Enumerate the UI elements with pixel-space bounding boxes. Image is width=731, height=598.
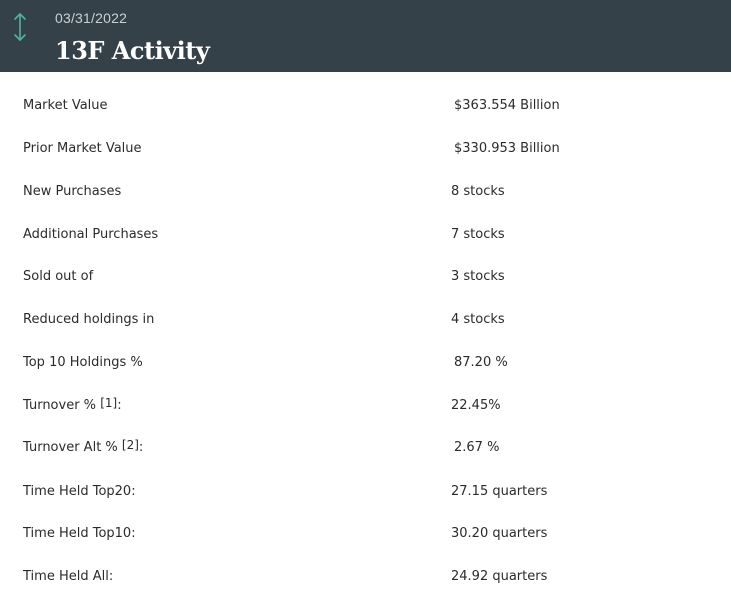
label-prior-market-value: Prior Market Value: [23, 141, 142, 156]
value-time-held-top20: 27.15 quarters: [451, 484, 548, 499]
value-time-held-top10: 30.20 quarters: [451, 526, 548, 541]
value-turnover: 22.45%: [451, 398, 501, 413]
label-time-held-top20: Time Held Top20:: [23, 484, 136, 499]
row-sold-out-of: Sold out of 3 stocks: [0, 269, 731, 293]
row-new-purchases: New Purchases 8 stocks: [0, 184, 731, 208]
label-turnover: Turnover % [1]:: [23, 396, 122, 413]
row-time-held-top20: Time Held Top20: 27.15 quarters: [0, 484, 731, 508]
row-market-value: Market Value $363.554 Billion: [0, 98, 731, 122]
label-time-held-top10: Time Held Top10:: [23, 526, 136, 541]
label-additional-purchases: Additional Purchases: [23, 227, 159, 242]
value-time-held-all: 24.92 quarters: [451, 569, 548, 584]
value-sold-out-of: 3 stocks: [451, 269, 505, 284]
value-market-value: $363.554 Billion: [454, 98, 560, 113]
value-additional-purchases: 7 stocks: [451, 227, 505, 242]
label-turnover-text: Turnover %: [23, 398, 97, 413]
value-prior-market-value: $330.953 Billion: [454, 141, 560, 156]
value-new-purchases: 8 stocks: [451, 184, 505, 199]
value-top10-holdings: 87.20 %: [454, 355, 508, 370]
row-turnover: Turnover % [1]: 22.45%: [0, 396, 731, 422]
page-title: 13F Activity: [55, 36, 210, 65]
footnote-1-link[interactable]: [1]: [100, 396, 117, 410]
label-turnover-alt: Turnover Alt % [2]:: [23, 438, 144, 455]
label-sold-out-of: Sold out of: [23, 269, 94, 284]
row-prior-market-value: Prior Market Value $330.953 Billion: [0, 141, 731, 165]
label-turnover-colon: :: [117, 398, 122, 413]
label-time-held-all: Time Held All:: [23, 569, 114, 584]
row-time-held-all: Time Held All: 24.92 quarters: [0, 569, 731, 593]
row-reduced-holdings: Reduced holdings in 4 stocks: [0, 312, 731, 336]
report-date: 03/31/2022: [55, 10, 128, 26]
footnote-2-link[interactable]: [2]: [122, 438, 139, 452]
row-time-held-top10: Time Held Top10: 30.20 quarters: [0, 526, 731, 550]
up-down-arrow-icon: [14, 13, 26, 41]
label-new-purchases: New Purchases: [23, 184, 122, 199]
header-bar: 03/31/2022 13F Activity: [0, 0, 731, 72]
label-reduced-holdings: Reduced holdings in: [23, 312, 155, 327]
label-turnover-alt-colon: :: [138, 440, 144, 455]
row-turnover-alt: Turnover Alt % [2]: 2.67 %: [0, 438, 731, 464]
row-additional-purchases: Additional Purchases 7 stocks: [0, 227, 731, 251]
row-top10-holdings: Top 10 Holdings % 87.20 %: [0, 355, 731, 379]
value-reduced-holdings: 4 stocks: [451, 312, 505, 327]
label-turnover-alt-text: Turnover Alt %: [23, 440, 118, 455]
label-market-value: Market Value: [23, 98, 108, 113]
value-turnover-alt: 2.67 %: [454, 440, 500, 455]
label-top10-holdings: Top 10 Holdings %: [23, 355, 143, 370]
